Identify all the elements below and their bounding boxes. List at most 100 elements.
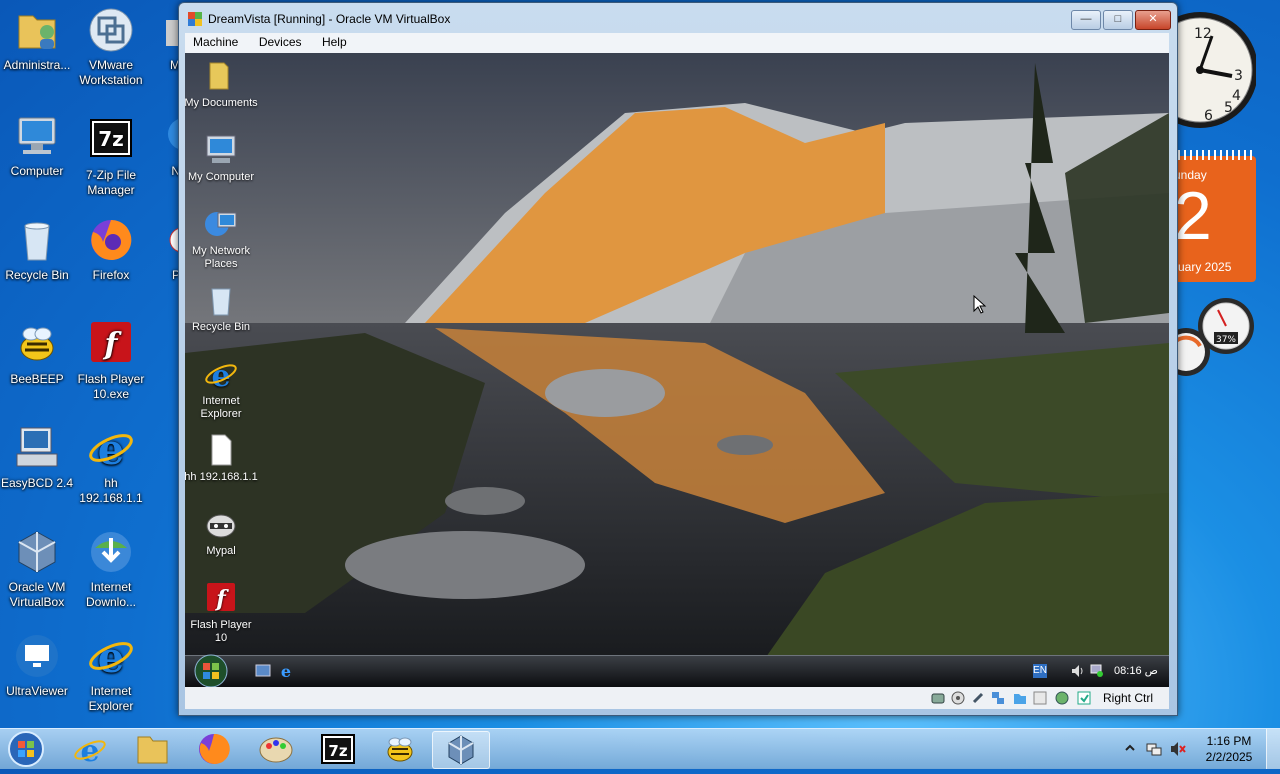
desktop-icon-easybcd[interactable]: EasyBCD 2.4 <box>0 424 74 491</box>
easybcd-icon <box>13 424 61 472</box>
menu-devices[interactable]: Devices <box>251 33 310 49</box>
desktop-icon-flash-player-exe[interactable]: f Flash Player 10.exe <box>74 320 148 402</box>
guest-icon-my-computer[interactable]: My Computer <box>185 133 259 184</box>
guest-icon-mypal[interactable]: Mypal <box>185 507 259 558</box>
guest-network-icon[interactable] <box>1089 663 1103 677</box>
host-taskbar: e 7z 1:16 PM 2/2/2025 <box>0 728 1280 769</box>
menu-bar: Machine Devices Help <box>185 33 1169 53</box>
svg-text:e: e <box>98 425 125 472</box>
calendar-month-year: ruary 2025 <box>1174 260 1232 274</box>
desktop-icon-hh[interactable]: e hh 192.168.1.1 <box>74 424 148 506</box>
guest-icon-internet-explorer[interactable]: e Internet Explorer <box>185 357 259 421</box>
guest-icon-my-network-places[interactable]: My Network Places <box>185 207 259 271</box>
clock-gadget[interactable]: 12 3 6 9 5 4 <box>1142 8 1258 132</box>
start-button[interactable] <box>6 729 46 769</box>
desktop-icon-p[interactable]: P <box>148 216 180 283</box>
cpu-meter-gadget[interactable]: 37% <box>1162 296 1258 392</box>
tray-network-icon[interactable] <box>1146 741 1162 757</box>
virtualbox-window[interactable]: DreamVista [Running] - Oracle VM Virtual… <box>178 2 1178 716</box>
partial-icon <box>148 216 180 264</box>
guest-screen[interactable]: My Documents My Computer My Network Plac… <box>185 53 1169 687</box>
window-titlebar[interactable]: DreamVista [Running] - Oracle VM Virtual… <box>179 3 1177 33</box>
computer-icon <box>13 112 61 160</box>
desktop-icon-computer[interactable]: Computer <box>0 112 74 179</box>
show-desktop-button[interactable] <box>1266 729 1280 769</box>
network-adapter-icon[interactable] <box>991 691 1005 705</box>
tray-show-hidden-icons[interactable] <box>1124 741 1136 755</box>
taskbar-7zip[interactable]: 7z <box>310 731 366 767</box>
guest-start-button[interactable] <box>193 654 229 687</box>
desktop-icon-vmware[interactable]: VMware Workstation <box>74 6 148 88</box>
internet-explorer-icon: e <box>87 424 135 474</box>
guest-language-indicator[interactable]: EN <box>1033 664 1047 678</box>
desktop-icon-virtualbox[interactable]: Oracle VM VirtualBox <box>0 528 74 610</box>
desktop-icon-internet-download[interactable]: Internet Downlo... <box>74 528 148 610</box>
svg-text:e: e <box>80 734 99 767</box>
recycle-bin-icon <box>204 283 238 317</box>
folder-icon <box>204 59 238 93</box>
close-button[interactable]: ✕ <box>1135 10 1171 30</box>
shared-folders-icon[interactable] <box>1013 691 1027 705</box>
clock-number-12: 12 <box>1194 26 1212 42</box>
desktop-icon-recycle-bin[interactable]: Recycle Bin <box>0 216 74 283</box>
network-icon <box>204 207 238 241</box>
svg-text:7z: 7z <box>328 742 347 760</box>
hard-disk-icon[interactable] <box>931 691 945 705</box>
menu-help[interactable]: Help <box>314 33 355 49</box>
guest-icon-my-documents[interactable]: My Documents <box>185 59 259 110</box>
maximize-icon: □ <box>1114 13 1122 25</box>
guest-quicklaunch-ie[interactable]: e <box>277 662 295 681</box>
desktop-icon-administrator[interactable]: Administra... <box>0 6 74 73</box>
host-key-arrow-icon[interactable] <box>1077 691 1091 705</box>
vmware-icon <box>87 6 135 54</box>
desktop-icon-n[interactable]: N <box>148 112 180 179</box>
tray-time: 1:16 PM <box>1206 734 1252 748</box>
taskbar-internet-explorer[interactable]: e <box>62 731 118 769</box>
desktop-icon-ultraviewer[interactable]: UltraViewer <box>0 632 74 699</box>
guest-wallpaper <box>185 53 1169 687</box>
host-key-label[interactable]: Right Ctrl <box>1103 691 1153 705</box>
display-icon[interactable] <box>1033 691 1047 705</box>
minimize-button[interactable]: — <box>1071 10 1101 30</box>
svg-text:e: e <box>98 633 125 680</box>
svg-text:e: e <box>281 662 291 680</box>
desktop-icon-internet-explorer[interactable]: e Internet Explorer <box>74 632 148 714</box>
guest-clock[interactable]: 08:16 ص <box>1109 664 1163 677</box>
desktop-icon-7zip[interactable]: 7z 7-Zip File Manager <box>74 116 148 198</box>
taskbar-firefox[interactable] <box>186 731 242 767</box>
menu-machine[interactable]: Machine <box>185 33 246 49</box>
flash-icon: f <box>87 320 135 368</box>
guest-icon-hh[interactable]: hh 192.168.1.1 <box>185 433 259 484</box>
calendar-gadget[interactable]: unday 2 ruary 2025 <box>1174 150 1256 284</box>
folder-icon <box>137 736 168 764</box>
ultraviewer-icon <box>13 632 61 680</box>
desktop-icon-beebeep[interactable]: BeeBEEP <box>0 320 74 387</box>
maximize-button[interactable]: □ <box>1103 10 1133 30</box>
usb-icon[interactable] <box>971 691 985 705</box>
internet-explorer-icon: e <box>87 632 135 682</box>
chevron-up-icon <box>1125 744 1135 751</box>
clock-number-6: 6 <box>1204 108 1213 124</box>
calendar-day-number: 2 <box>1174 178 1212 254</box>
firefox-icon <box>87 216 135 264</box>
computer-icon <box>204 133 238 167</box>
bee-icon <box>387 737 413 762</box>
desktop-icon-firefox[interactable]: Firefox <box>74 216 148 283</box>
virtualbox-icon <box>448 735 474 765</box>
guest-icon-flash-player[interactable]: f Flash Player 10 <box>185 581 259 645</box>
taskbar-beebeep[interactable] <box>372 731 428 767</box>
user-folder-icon <box>13 6 61 54</box>
optical-drive-icon[interactable] <box>951 691 965 705</box>
tray-clock[interactable]: 1:16 PM 2/2/2025 <box>1198 733 1260 765</box>
taskbar-virtualbox[interactable] <box>432 731 490 769</box>
taskbar-file-explorer[interactable] <box>124 731 180 767</box>
tray-volume-muted-icon[interactable] <box>1170 741 1186 757</box>
desktop-icon-m[interactable]: M <box>148 6 180 73</box>
close-icon: ✕ <box>1148 13 1158 25</box>
guest-show-desktop-button[interactable] <box>255 664 271 678</box>
guest-volume-icon[interactable] <box>1071 664 1085 678</box>
capture-icon[interactable] <box>1055 691 1069 705</box>
7zip-icon: 7z <box>87 116 135 164</box>
taskbar-paint[interactable] <box>248 731 304 767</box>
guest-icon-recycle-bin[interactable]: Recycle Bin <box>185 283 259 334</box>
